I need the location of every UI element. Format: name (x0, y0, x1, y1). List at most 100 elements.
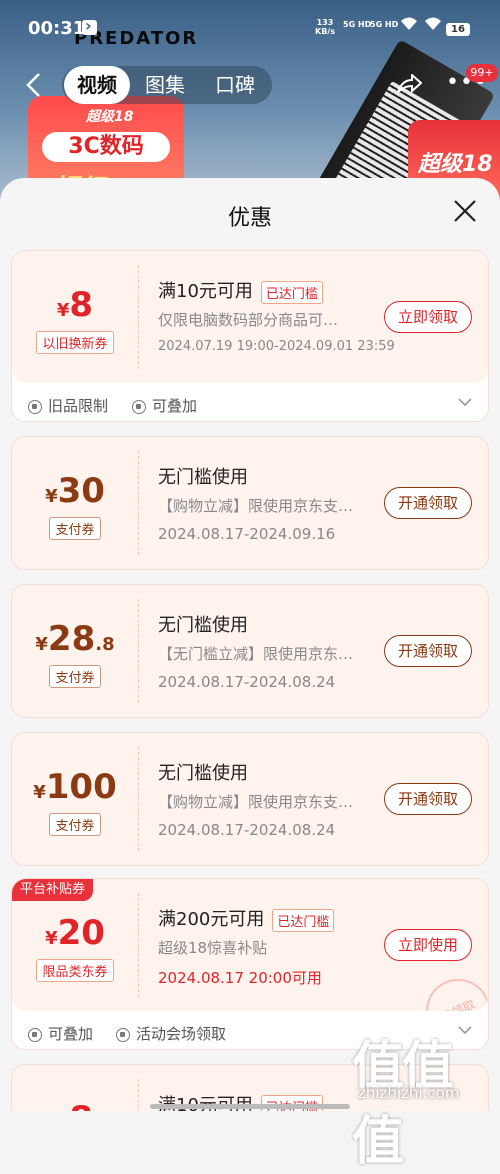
coupon-card: ¥28.8 支付券 无门槛使用 【无门槛立减】限使用京东… 2024.08.17… (11, 584, 489, 718)
coupon-card: ¥100 支付券 无门槛使用 【购物立减】限使用京东支… 2024.08.17-… (11, 732, 489, 866)
promo-left-line1: 超级18 (86, 109, 134, 125)
footer-item-venue-claim: 活动会场领取 (116, 1023, 226, 1044)
coupon-desc: 【无门槛立减】限使用京东… (158, 645, 354, 663)
coupon-amount-value: 8 (69, 285, 94, 325)
coupon-currency: ¥ (45, 486, 58, 507)
coupon-amount-value: 30 (57, 471, 105, 511)
badge-icon (116, 1027, 130, 1042)
promo-right-text: 超级18 (418, 152, 493, 177)
coupon-desc: 【购物立减】限使用京东支… (158, 497, 354, 515)
coupon-currency: ¥ (33, 782, 46, 803)
notification-app-icon (82, 16, 97, 35)
activate-claim-button[interactable]: 开通领取 (384, 783, 472, 815)
message-count-badge: 99+ (466, 64, 498, 82)
claim-button[interactable]: 立即领取 (384, 301, 472, 333)
stack-icon (132, 399, 146, 414)
coupon-type-label: 支付券 (49, 517, 101, 540)
coupon-date: 2024.08.17 20:00可用 (158, 969, 322, 987)
coupon-type: 限品类东券 (12, 959, 138, 982)
coupon-currency: ¥ (45, 928, 58, 949)
coupon-date: 2024.08.17-2024.09.16 (158, 525, 336, 543)
wifi-icon-1 (400, 16, 418, 36)
badge-icon (28, 399, 42, 414)
coupon-amount-value: 100 (45, 767, 117, 807)
coupon-date: 2024.08.17-2024.08.24 (158, 821, 336, 839)
activate-claim-button[interactable]: 开通领取 (384, 635, 472, 667)
coupon-currency: ¥ (35, 634, 48, 655)
coupon-divider (138, 1079, 139, 1111)
coupon-type-label: 支付券 (49, 813, 101, 836)
battery-icon: 16 (446, 23, 470, 36)
signal-icon-2: 5G HD (370, 20, 399, 29)
coupon-amount: ¥100 (12, 767, 138, 807)
sheet-title: 优惠 (227, 206, 272, 231)
coupon-amount-value: 8 (69, 1099, 93, 1111)
signal-icon-1: 5G HD (343, 20, 372, 29)
coupon-date: 2024.08.17-2024.08.24 (158, 673, 336, 691)
activate-claim-button[interactable]: 开通领取 (384, 487, 472, 519)
back-arrow-icon[interactable] (24, 72, 48, 98)
stack-icon (28, 1027, 42, 1042)
coupon-body: ¥8 以旧换新券 满10元可用 已达门槛 仅限电脑数码部分商品可… 2024.07… (12, 251, 488, 383)
promo-left-line2: 3C数码 (42, 132, 170, 162)
coupon-title-text: 满10元可用 (158, 281, 253, 302)
wifi-icon-2 (424, 16, 442, 36)
coupon-amount-decimal: .8 (95, 634, 115, 655)
coupon-type: 以旧换新券 (12, 331, 138, 354)
coupon-amount-value: 20 (57, 913, 105, 953)
coupon-divider (138, 747, 139, 851)
coupon-type-label: 支付券 (49, 665, 101, 688)
share-icon[interactable] (396, 72, 423, 94)
network-speed-unit: KB/s (315, 27, 335, 36)
coupon-currency: ¥ (56, 300, 70, 321)
footer-item-old-item-limit: 旧品限制 (28, 395, 108, 416)
use-now-button[interactable]: 立即使用 (384, 929, 472, 961)
coupon-divider (138, 451, 139, 555)
coupon-amount: ¥8 (12, 285, 138, 325)
coupon-title: 满200元可用 已达门槛 (158, 905, 335, 932)
coupon-divider (138, 599, 139, 703)
coupon-card: ¥30 支付券 无门槛使用 【购物立减】限使用京东支… 2024.08.17-2… (11, 436, 489, 570)
chevron-down-icon[interactable] (458, 391, 472, 412)
close-icon[interactable] (452, 198, 478, 224)
coupon-footer[interactable]: 旧品限制 可叠加 (12, 385, 488, 425)
coupon-type-label: 以旧换新券 (36, 331, 114, 354)
coupon-divider (138, 265, 139, 369)
coupon-amount-value: 28 (47, 619, 96, 659)
status-time: 00:31 (28, 18, 86, 39)
tab-video[interactable]: 视频 (64, 66, 130, 104)
status-bar: 00:31 133 KB/s 5G HD 5G HD 16 (0, 0, 500, 52)
footer-item-stackable: 可叠加 (28, 1023, 93, 1044)
network-speed-value: 133 (316, 18, 334, 27)
coupon-title: 无门槛使用 (158, 763, 248, 784)
coupon-title-text: 满200元可用 (158, 909, 265, 930)
coupon-body: ¥30 支付券 无门槛使用 【购物立减】限使用京东支… 2024.08.17-2… (12, 437, 488, 569)
coupon-desc: 超级18惊喜补贴 (158, 939, 268, 957)
footer-item-stackable: 可叠加 (132, 395, 197, 416)
coupon-body: ¥28.8 支付券 无门槛使用 【无门槛立减】限使用京东… 2024.08.17… (12, 585, 488, 717)
coupon-title: 满10元可用已达门槛 (158, 277, 323, 304)
coupon-date: 2024.07.19 19:00-2024.09.01 23:59 (158, 339, 395, 354)
coupon-type-label: 限品类东券 (36, 959, 114, 982)
coupon-body: 平台补贴券 ¥20 限品类东券 满200元可用 已达门槛 超级18惊喜补贴 202… (12, 879, 488, 1011)
coupon-card: ¥8 以旧换新券 满10元可用 已达门槛 仅限电脑数码部分商品可… 2024.07… (11, 250, 489, 422)
claimed-stamp: 已领取 (415, 968, 488, 1011)
coupon-title: 无门槛使用 (158, 467, 248, 488)
coupon-divider (138, 893, 139, 997)
home-indicator[interactable] (150, 1104, 350, 1109)
coupon-type: 支付券 (12, 813, 138, 836)
watermark-url: zhizhizhi.com (358, 1084, 460, 1102)
tab-reviews[interactable]: 口碑 (200, 66, 270, 104)
coupon-amount: ¥20 (12, 913, 138, 953)
coupon-sheet: 优惠 ¥8 以旧换新券 满10元可用 已达门槛 仅限电脑数码部分商品可… 2024… (0, 178, 500, 1111)
network-speed: 133 KB/s (315, 18, 335, 36)
media-tabs: 视频 图集 口碑 (62, 66, 272, 104)
threshold-badge: 已达门槛 (260, 280, 323, 304)
platform-subsidy-ribbon: 平台补贴券 (12, 879, 94, 901)
coupon-amount: ¥28.8 (12, 619, 138, 659)
coupon-desc: 【购物立减】限使用京东支… (158, 793, 354, 811)
tab-gallery[interactable]: 图集 (130, 66, 200, 104)
coupon-amount: ¥30 (12, 471, 138, 511)
coupon-type: 支付券 (12, 517, 138, 540)
threshold-badge: 已达门槛 (272, 908, 335, 932)
